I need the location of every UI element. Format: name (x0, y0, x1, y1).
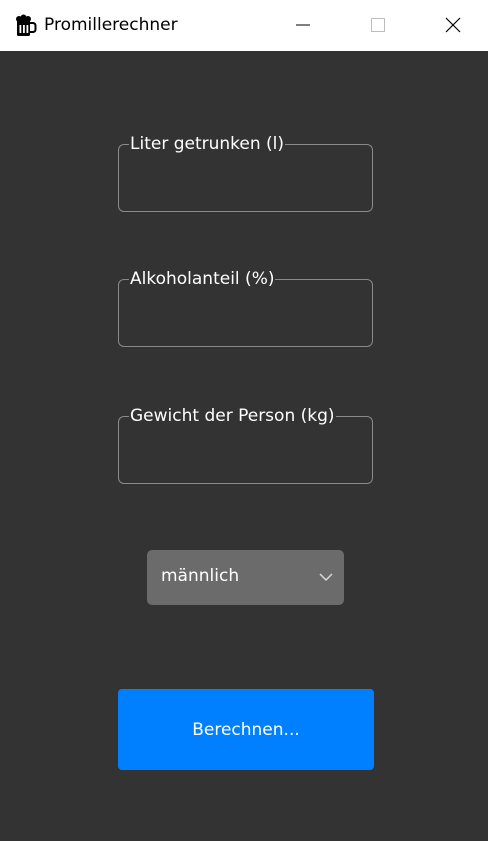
gender-select[interactable]: männlich (147, 550, 344, 605)
window-title: Promillerechner (44, 15, 178, 35)
main-content: Liter getrunken (l) Alkoholanteil (%) Ge… (0, 51, 488, 841)
close-button[interactable] (430, 0, 476, 51)
minimize-icon (296, 24, 310, 26)
maximize-button[interactable] (355, 0, 401, 51)
alcohol-field[interactable]: Alkoholanteil (%) (118, 268, 373, 347)
weight-label: Gewicht der Person (kg) (129, 405, 336, 427)
beer-mug-icon (14, 14, 38, 38)
weight-field[interactable]: Gewicht der Person (kg) (118, 405, 373, 484)
liters-field[interactable]: Liter getrunken (l) (118, 133, 373, 212)
gender-selected-value: männlich (161, 566, 240, 586)
liters-label: Liter getrunken (l) (129, 133, 286, 155)
chevron-down-icon (319, 573, 333, 582)
minimize-button[interactable] (280, 0, 326, 51)
alcohol-label: Alkoholanteil (%) (129, 268, 276, 290)
close-icon (445, 17, 461, 33)
alcohol-input[interactable] (129, 296, 365, 332)
liters-input[interactable] (129, 161, 365, 197)
calculate-button[interactable]: Berechnen... (118, 689, 374, 770)
weight-input[interactable] (129, 433, 365, 469)
title-bar: Promillerechner (0, 0, 488, 51)
maximize-icon (371, 18, 385, 32)
